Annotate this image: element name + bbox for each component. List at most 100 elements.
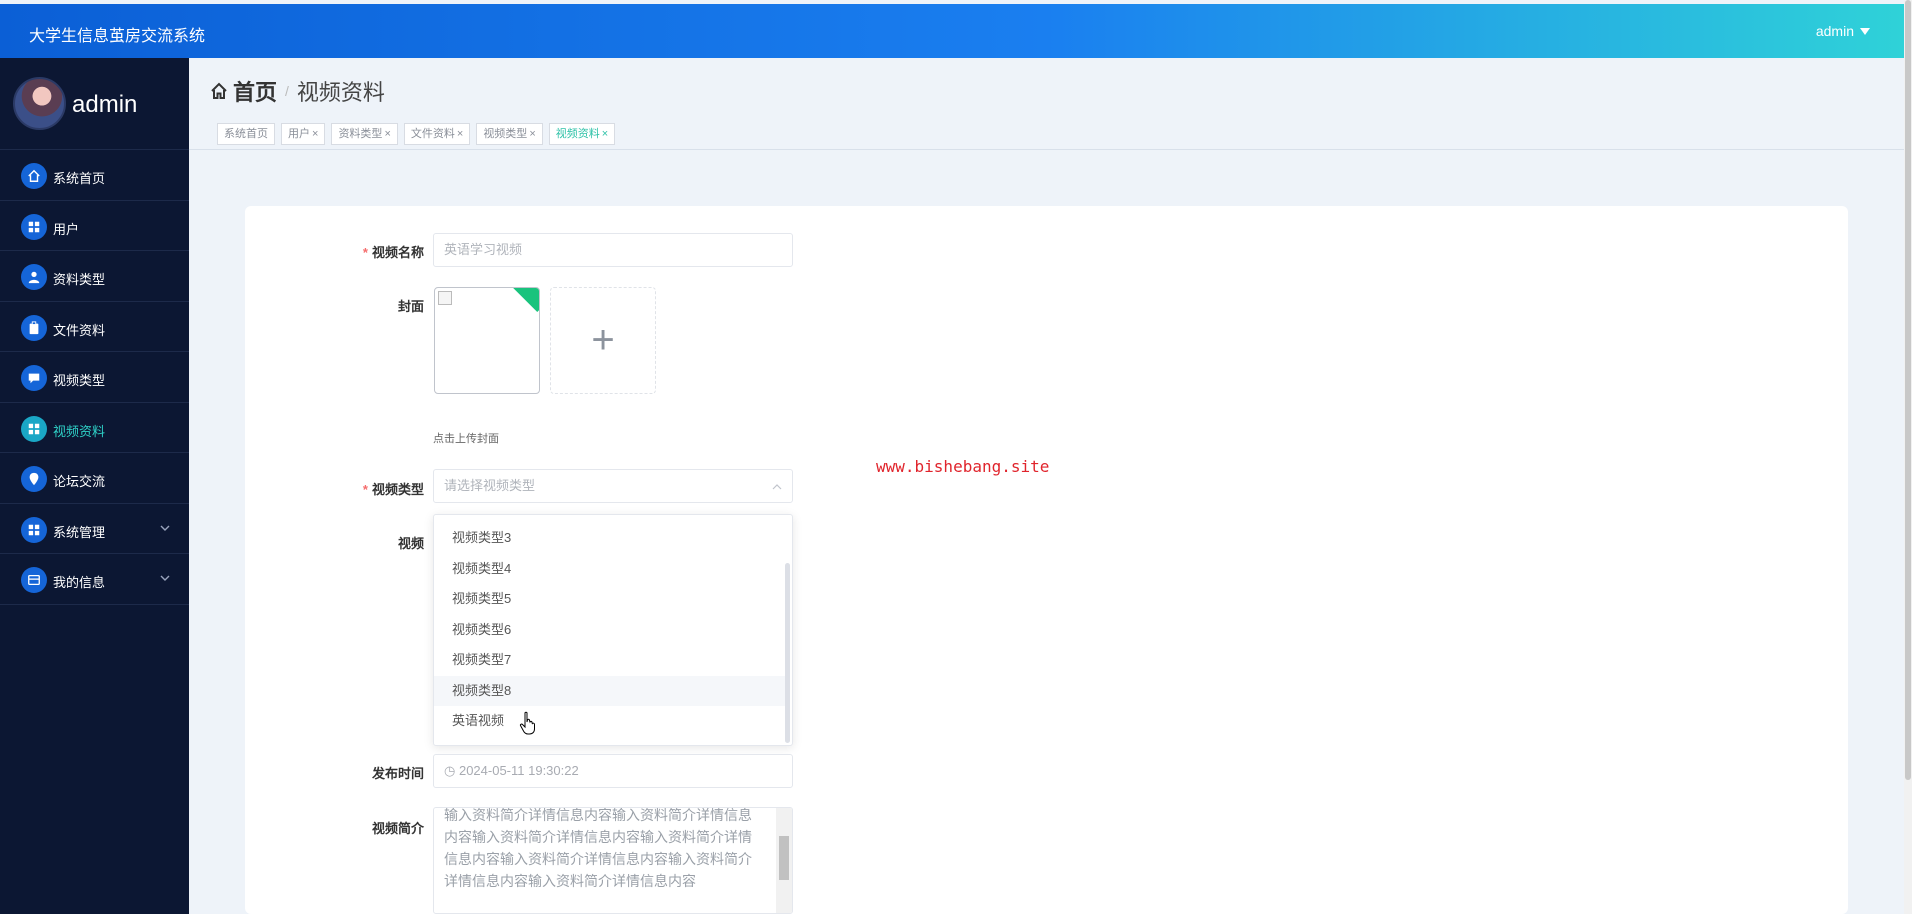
- card-icon: [21, 567, 47, 593]
- home-icon: [211, 82, 227, 99]
- required-mark: *: [362, 482, 368, 497]
- sidebar-item-label: 资料类型: [53, 272, 106, 287]
- hand-cursor-icon: [519, 711, 535, 735]
- grid-icon: [21, 415, 47, 442]
- sidebar-item-forum[interactable]: 论坛交流: [0, 453, 189, 504]
- sidebar-item-system-management[interactable]: 系统管理: [0, 504, 189, 554]
- video-name-label: * 视频名称: [324, 242, 424, 261]
- tab-material-type[interactable]: 资料类型 ×: [331, 123, 398, 145]
- watermark: www.bishebang.site: [876, 457, 1050, 476]
- tab-label: 系统首页: [224, 128, 268, 140]
- sidebar-item-label: 视频资料: [53, 423, 106, 439]
- video-name-input[interactable]: 英语学习视频: [433, 233, 793, 267]
- close-icon[interactable]: ×: [457, 128, 463, 140]
- sidebar-item-label: 系统管理: [53, 524, 106, 540]
- video-name-label-text: 视频名称: [371, 245, 424, 260]
- tab-video-material[interactable]: 视频资料 ×: [548, 123, 616, 145]
- tab-label: 视频资料: [555, 128, 600, 140]
- profile-name: admin: [72, 91, 138, 118]
- sidebar-item-video-material[interactable]: 视频资料: [0, 403, 189, 453]
- breadcrumb: 首页 / 视频资料: [209, 75, 385, 107]
- tab-label: 用户: [288, 128, 310, 140]
- publish-time-input[interactable]: ◷ 2024-05-11 19:30:22: [433, 754, 793, 788]
- cover-label: 封面: [397, 299, 424, 314]
- caret-down-icon: [1860, 28, 1870, 35]
- location-icon: [21, 466, 47, 492]
- tab-label: 资料类型: [338, 128, 383, 140]
- tab-video-type[interactable]: 视频类型 ×: [476, 123, 543, 145]
- upload-success-badge: [508, 288, 539, 313]
- required-mark: *: [362, 245, 368, 260]
- cover-upload-button[interactable]: +: [550, 287, 656, 394]
- tab-system-home[interactable]: 系统首页: [217, 123, 275, 145]
- video-type-label-text: 视频类型: [371, 482, 424, 497]
- video-intro-label: 视频简介: [371, 821, 424, 836]
- sidebar-profile: admin: [0, 58, 189, 150]
- dropdown-option[interactable]: 视频类型6: [434, 615, 788, 645]
- cover-thumbnail[interactable]: [434, 287, 540, 394]
- page-header: 首页 / 视频资料 系统首页 用户 × 资料类型 × 文件资料 × 视频类型 × 视频资…: [189, 58, 1904, 150]
- app-title: 大学生信息茧房交流系统: [29, 28, 206, 45]
- broken-image-icon: [438, 291, 452, 305]
- dropdown-option[interactable]: 视频类型5: [434, 584, 788, 614]
- sidebar: admin 系统首页 用户 资料类型 文件资料 视频类型 视频资料 论坛交流 系…: [0, 58, 189, 914]
- sidebar-item-material-type[interactable]: 资料类型: [0, 251, 189, 302]
- close-icon[interactable]: ×: [384, 128, 390, 140]
- home-icon: [21, 163, 47, 189]
- video-intro-text: 输入资料简介详情信息内容输入资料简介详情信息内容输入资料简介详情信息内容输入资料…: [444, 807, 752, 889]
- dropdown-option[interactable]: 视频类型7: [434, 645, 788, 675]
- chevron-down-icon: [160, 575, 170, 581]
- publish-time-value: 2024-05-11 19:30:22: [458, 763, 579, 778]
- video-label: 视频: [397, 536, 424, 551]
- breadcrumb-current: 视频资料: [296, 80, 385, 105]
- textarea-scrollbar[interactable]: [776, 808, 792, 913]
- breadcrumb-home[interactable]: 首页: [209, 75, 277, 107]
- tab-label: 视频类型: [483, 128, 528, 140]
- tab-label: 文件资料: [410, 128, 455, 140]
- user-name: admin: [1815, 23, 1854, 39]
- sidebar-item-label: 我的信息: [53, 575, 106, 590]
- grid-icon: [21, 516, 47, 543]
- chevron-up-icon: [772, 484, 782, 490]
- tab-bar: 系统首页 用户 × 资料类型 × 文件资料 × 视频类型 × 视频资料 ×: [217, 123, 616, 145]
- cover-hint: 点击上传封面: [433, 433, 499, 445]
- sidebar-item-label: 用户: [53, 221, 80, 237]
- tab-file-material[interactable]: 文件资料 ×: [403, 123, 471, 145]
- close-icon[interactable]: ×: [602, 128, 608, 140]
- sidebar-item-users[interactable]: 用户: [0, 201, 189, 251]
- person-icon: [21, 264, 47, 290]
- clock-icon: ◷: [444, 763, 456, 778]
- breadcrumb-separator: /: [285, 83, 289, 99]
- dropdown-option[interactable]: 英语视频: [434, 706, 788, 736]
- video-intro-textarea[interactable]: 输入资料简介详情信息内容输入资料简介详情信息内容输入资料简介详情信息内容输入资料…: [433, 807, 793, 914]
- video-type-placeholder: 请选择视频类型: [444, 478, 536, 493]
- tab-users[interactable]: 用户 ×: [281, 123, 326, 145]
- sidebar-item-home[interactable]: 系统首页: [0, 150, 189, 201]
- grid-icon: [21, 213, 47, 240]
- dropdown-option-hovered[interactable]: 视频类型8: [434, 676, 788, 706]
- close-icon[interactable]: ×: [529, 128, 535, 140]
- video-type-dropdown: 视频类型3 视频类型4 视频类型5 视频类型6 视频类型7 视频类型8 英语视频: [433, 514, 793, 746]
- video-type-select[interactable]: 请选择视频类型: [433, 469, 793, 503]
- video-type-label: * 视频类型: [324, 479, 424, 498]
- page-scrollbar[interactable]: [1904, 0, 1912, 914]
- sidebar-item-label: 论坛交流: [53, 474, 106, 489]
- sidebar-item-label: 视频类型: [53, 373, 106, 388]
- chevron-down-icon: [160, 525, 170, 531]
- sidebar-item-label: 文件资料: [53, 322, 106, 338]
- avatar: [13, 77, 66, 130]
- dropdown-option[interactable]: 视频类型4: [434, 554, 788, 584]
- clipboard-icon: [21, 314, 47, 341]
- dropdown-scrollbar[interactable]: [785, 563, 790, 743]
- sidebar-item-file-material[interactable]: 文件资料: [0, 302, 189, 352]
- sidebar-item-my-info[interactable]: 我的信息: [0, 554, 189, 605]
- user-menu[interactable]: admin: [1816, 23, 1870, 39]
- scrollbar-thumb[interactable]: [779, 836, 789, 880]
- breadcrumb-home-label: 首页: [233, 80, 278, 105]
- sidebar-item-label: 系统首页: [53, 171, 106, 186]
- dropdown-option[interactable]: 视频类型3: [434, 523, 788, 553]
- scrollbar-thumb[interactable]: [1905, 0, 1911, 780]
- close-icon[interactable]: ×: [312, 128, 318, 140]
- sidebar-item-video-type[interactable]: 视频类型: [0, 352, 189, 403]
- chat-icon: [21, 365, 47, 391]
